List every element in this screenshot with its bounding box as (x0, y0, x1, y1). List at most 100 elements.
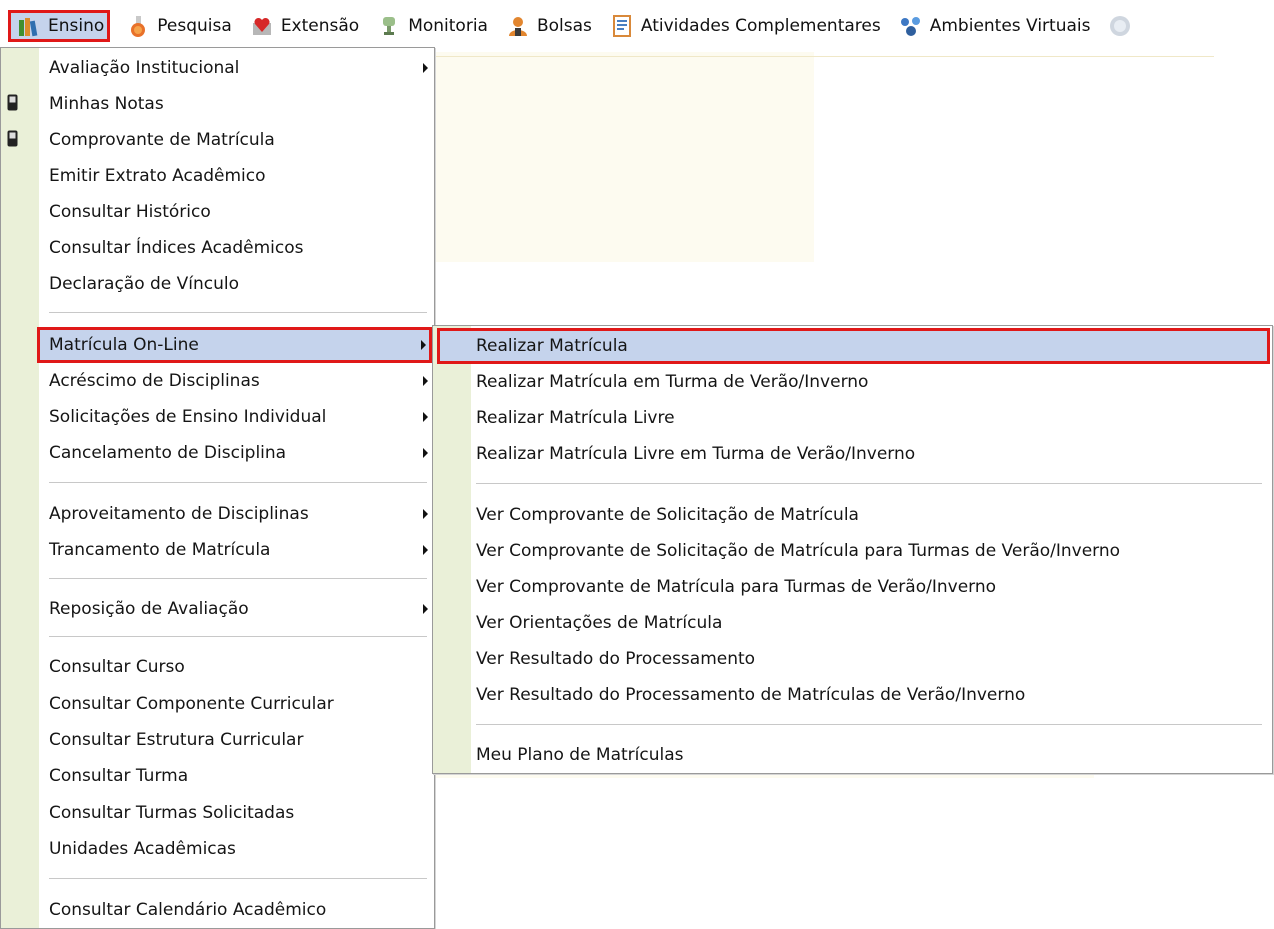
menu-item-consultar-turma[interactable]: Consultar Turma (1, 758, 434, 794)
menu-item-label: Consultar Turma (49, 766, 189, 786)
submenu-arrow-icon (423, 448, 428, 458)
submenu-arrow-icon (423, 63, 428, 73)
menu-separator (49, 878, 427, 879)
menu-extensao[interactable]: Extensão (242, 10, 365, 42)
submenu-item-label: Realizar Matrícula em Turma de Verão/Inv… (476, 372, 869, 392)
submenu-item-realizar-matricula-livre[interactable]: Realizar Matrícula Livre (433, 400, 1272, 436)
user-icon (508, 17, 527, 36)
submenu-item-label: Meu Plano de Matrículas (476, 745, 684, 765)
menu-item-label: Consultar Estrutura Curricular (49, 730, 304, 750)
menu-item-label: Consultar Histórico (49, 202, 211, 222)
matricula-online-submenu: Realizar Matrícula Realizar Matrícula em… (432, 325, 1273, 774)
menu-ensino[interactable]: Ensino (8, 10, 111, 42)
menu-more[interactable] (1100, 10, 1139, 42)
heart-box-icon (252, 17, 271, 35)
submenu-item-realizar-matricula[interactable]: Realizar Matrícula (437, 328, 1270, 364)
menu-item-consultar-historico[interactable]: Consultar Histórico (1, 194, 434, 230)
menu-separator (476, 483, 1262, 484)
menu-item-aproveitamento-disciplinas[interactable]: Aproveitamento de Disciplinas (1, 496, 434, 532)
submenu-arrow-icon (421, 340, 426, 350)
menu-monitoria[interactable]: Monitoria (369, 10, 494, 42)
submenu-item-label: Realizar Matrícula (476, 336, 628, 356)
menu-ambientes-virtuais[interactable]: Ambientes Virtuais (891, 10, 1097, 42)
menu-item-label: Trancamento de Matrícula (49, 540, 271, 560)
globe-icon (1110, 16, 1131, 36)
submenu-item-label: Realizar Matrícula Livre (476, 408, 675, 428)
menu-item-consultar-estrutura-curricular[interactable]: Consultar Estrutura Curricular (1, 722, 434, 758)
submenu-item-realizar-matricula-verao-inverno[interactable]: Realizar Matrícula em Turma de Verão/Inv… (433, 364, 1272, 400)
menu-item-solicitacoes-ensino-individual[interactable]: Solicitações de Ensino Individual (1, 399, 434, 435)
menu-item-trancamento-matricula[interactable]: Trancamento de Matrícula (1, 532, 434, 568)
menu-item-reposicao-avaliacao[interactable]: Reposição de Avaliação (1, 591, 434, 627)
menu-item-label: Avaliação Institucional (49, 58, 240, 78)
menu-bolsas-label: Bolsas (536, 16, 592, 36)
menu-item-label: Consultar Índices Acadêmicos (49, 238, 304, 258)
menu-separator (49, 578, 427, 579)
menu-item-cancelamento-disciplina[interactable]: Cancelamento de Disciplina (1, 435, 434, 471)
menu-item-unidades-academicas[interactable]: Unidades Acadêmicas (1, 831, 434, 867)
menu-ambientes-label: Ambientes Virtuais (929, 16, 1091, 36)
menu-item-minhas-notas[interactable]: Minhas Notas (1, 86, 434, 122)
network-icon (900, 17, 920, 36)
submenu-item-meu-plano-matriculas[interactable]: Meu Plano de Matrículas (433, 737, 1272, 773)
submenu-arrow-icon (423, 509, 428, 519)
menu-separator (49, 636, 427, 637)
submenu-item-label: Ver Comprovante de Solicitação de Matríc… (476, 505, 859, 525)
menu-item-avaliacao-institucional[interactable]: Avaliação Institucional (1, 50, 434, 86)
menu-item-emitir-extrato[interactable]: Emitir Extrato Acadêmico (1, 158, 434, 194)
submenu-item-label: Ver Comprovante de Solicitação de Matríc… (476, 541, 1121, 561)
menu-item-declaracao-vinculo[interactable]: Declaração de Vínculo (1, 266, 434, 302)
menu-item-label: Matrícula On-Line (49, 335, 199, 355)
menu-item-label: Comprovante de Matrícula (49, 130, 275, 150)
submenu-item-label: Ver Orientações de Matrícula (476, 613, 723, 633)
menu-item-label: Minhas Notas (49, 94, 164, 114)
submenu-item-realizar-matricula-livre-verao-inverno[interactable]: Realizar Matrícula Livre em Turma de Ver… (433, 436, 1272, 472)
submenu-item-ver-comprovante-matricula-verao-inverno[interactable]: Ver Comprovante de Matrícula para Turmas… (433, 569, 1272, 605)
submenu-item-label: Ver Resultado do Processamento (476, 649, 756, 669)
submenu-item-ver-comprovante-solicitacao-verao-inverno[interactable]: Ver Comprovante de Solicitação de Matríc… (433, 533, 1272, 569)
menu-item-label: Emitir Extrato Acadêmico (49, 166, 266, 186)
submenu-item-ver-resultado-processamento-verao-inverno[interactable]: Ver Resultado do Processamento de Matríc… (433, 677, 1272, 713)
background-divider (434, 56, 1214, 57)
submenu-item-label: Realizar Matrícula Livre em Turma de Ver… (476, 444, 916, 464)
submenu-item-ver-comprovante-solicitacao[interactable]: Ver Comprovante de Solicitação de Matríc… (433, 497, 1272, 533)
menu-atividades-label: Atividades Complementares (640, 16, 881, 36)
menu-separator (49, 482, 427, 483)
menu-item-comprovante-matricula[interactable]: Comprovante de Matrícula (1, 122, 434, 158)
menu-item-consultar-componente-curricular[interactable]: Consultar Componente Curricular (1, 686, 434, 722)
menu-item-consultar-turmas-solicitadas[interactable]: Consultar Turmas Solicitadas (1, 795, 434, 831)
flask-icon (131, 16, 146, 37)
menu-item-matricula-online[interactable]: Matrícula On-Line (37, 327, 432, 363)
menu-item-label: Acréscimo de Disciplinas (49, 371, 260, 391)
menu-item-label: Consultar Curso (49, 657, 185, 677)
menu-item-label: Aproveitamento de Disciplinas (49, 504, 309, 524)
menu-item-consultar-curso[interactable]: Consultar Curso (1, 649, 434, 685)
submenu-arrow-icon (423, 376, 428, 386)
menu-bolsas[interactable]: Bolsas (498, 10, 598, 42)
menu-pesquisa[interactable]: Pesquisa (118, 10, 238, 42)
menu-separator (476, 724, 1262, 725)
menu-item-label: Consultar Calendário Acadêmico (49, 900, 327, 920)
menu-item-consultar-indices[interactable]: Consultar Índices Acadêmicos (1, 230, 434, 266)
menu-pesquisa-label: Pesquisa (157, 16, 232, 36)
submenu-item-ver-resultado-processamento[interactable]: Ver Resultado do Processamento (433, 641, 1272, 677)
menu-item-label: Cancelamento de Disciplina (49, 443, 287, 463)
menu-item-label: Declaração de Vínculo (49, 274, 240, 294)
background-panel (434, 52, 814, 262)
submenu-item-label: Ver Comprovante de Matrícula para Turmas… (476, 577, 997, 597)
menu-monitoria-label: Monitoria (408, 16, 488, 36)
submenu-item-ver-orientacoes[interactable]: Ver Orientações de Matrícula (433, 605, 1272, 641)
menu-atividades-complementares[interactable]: Atividades Complementares (602, 10, 887, 42)
ensino-dropdown-menu: Avaliação Institucional Minhas Notas Com… (0, 47, 435, 929)
menu-item-consultar-calendario-academico[interactable]: Consultar Calendário Acadêmico (1, 892, 434, 928)
document-icon (612, 15, 631, 37)
menu-item-label: Solicitações de Ensino Individual (49, 407, 327, 427)
books-icon (19, 18, 38, 37)
menu-item-acrescimo-disciplinas[interactable]: Acréscimo de Disciplinas (1, 363, 434, 399)
submenu-arrow-icon (423, 545, 428, 555)
submenu-arrow-icon (423, 412, 428, 422)
trophy-icon (383, 17, 396, 35)
submenu-arrow-icon (423, 604, 428, 614)
menu-extensao-label: Extensão (280, 16, 360, 36)
top-menubar: Ensino Pesquisa Extensão Monitoria Bolsa… (0, 0, 1274, 52)
